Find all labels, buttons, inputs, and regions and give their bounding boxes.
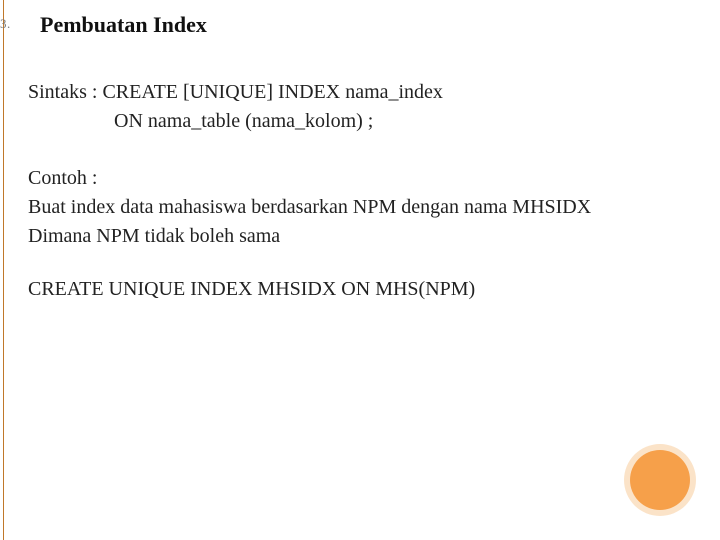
slide-title: Pembuatan Index xyxy=(40,12,207,38)
left-border-rule xyxy=(3,0,4,540)
decorative-circle-icon xyxy=(630,450,690,510)
syntax-line-2: ON nama_table (nama_kolom) ; xyxy=(28,109,696,134)
example-line-2: Dimana NPM tidak boleh sama xyxy=(28,224,696,249)
slide: 3. Pembuatan Index Sintaks : CREATE [UNI… xyxy=(0,0,720,540)
syntax-line-1: Sintaks : CREATE [UNIQUE] INDEX nama_ind… xyxy=(28,80,696,105)
example-label: Contoh : xyxy=(28,166,696,191)
example-line-1: Buat index data mahasiswa berdasarkan NP… xyxy=(28,195,696,220)
example-sql: CREATE UNIQUE INDEX MHSIDX ON MHS(NPM) xyxy=(28,277,696,302)
list-number: 3. xyxy=(0,16,11,32)
slide-body: Sintaks : CREATE [UNIQUE] INDEX nama_ind… xyxy=(28,80,696,306)
